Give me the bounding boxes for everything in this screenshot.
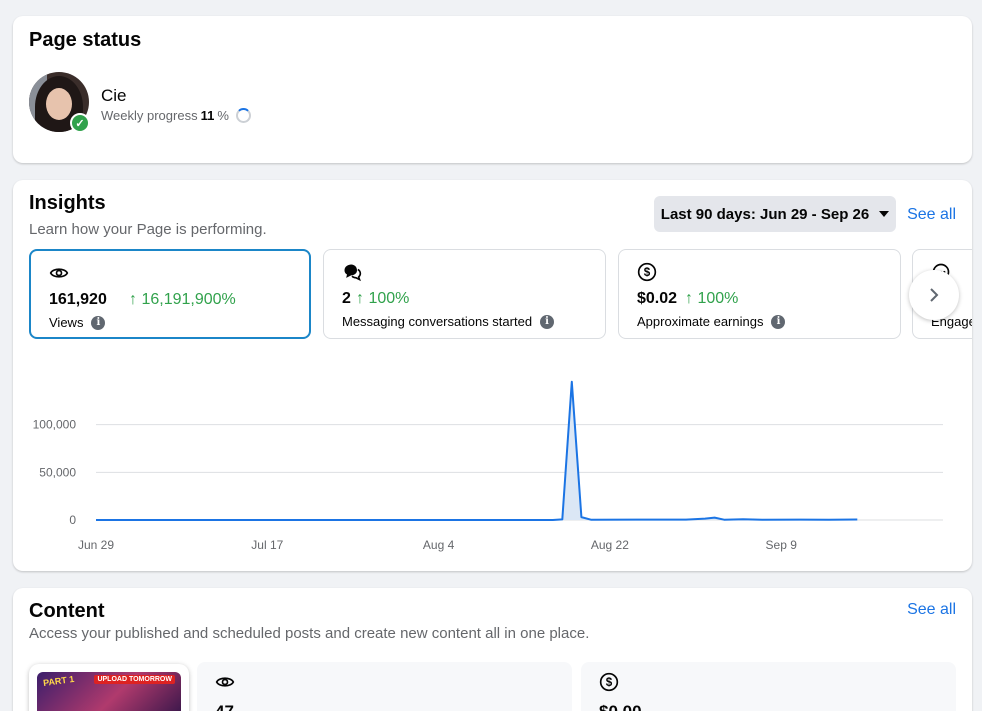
thumb-text-2: UPLOAD TOMORROW [94, 675, 175, 684]
svg-text:$: $ [644, 266, 651, 279]
x-tick-label: Jul 17 [251, 538, 283, 552]
info-icon[interactable]: i [540, 314, 555, 329]
metric-card-views[interactable]: 161,920 ↑ 16,191,900% Views i [29, 249, 311, 339]
x-tick-label: Aug 22 [591, 538, 629, 552]
caret-down-icon [879, 211, 890, 217]
series-area [96, 381, 858, 520]
content-see-all-link[interactable]: See all [907, 601, 956, 619]
weekly-progress-value: 11 [200, 108, 215, 123]
metric-label: Messaging conversations started i [342, 314, 555, 329]
content-stat-views: 47 [197, 662, 572, 711]
date-range-dropdown[interactable]: Last 90 days: Jun 29 - Sep 26 [654, 196, 896, 232]
metric-label: Views i [49, 315, 106, 330]
x-tick-label: Jun 29 [78, 538, 114, 552]
content-title: Content [29, 600, 105, 622]
dollar-icon: $ [637, 262, 657, 282]
eye-icon [215, 677, 235, 687]
content-subtitle: Access your published and scheduled post… [29, 625, 590, 642]
y-tick-label: 50,000 [39, 465, 76, 479]
messaging-icon [344, 264, 362, 282]
insights-subtitle: Learn how your Page is performing. [29, 221, 267, 238]
page-status-title: Page status [29, 29, 142, 51]
content-earnings-value: $0.00 [599, 702, 642, 711]
page-status-card: Page status ✓ Cie Weekly progress 11 % [13, 16, 972, 163]
info-icon[interactable]: i [91, 315, 106, 330]
info-icon[interactable]: i [771, 314, 786, 329]
page-name[interactable]: Cie [101, 86, 127, 106]
metric-card-messaging[interactable]: 2 ↑ 100% Messaging conversations started… [323, 249, 606, 339]
x-tick-label: Sep 9 [766, 538, 798, 552]
views-chart: 0 50,000 100,000 Jun 29 Jul 17 Aug 4 Aug 22 Sep… [33, 380, 943, 552]
weekly-progress-unit: % [217, 108, 229, 123]
metric-card-earnings[interactable]: $ $0.02 ↑ 100% Approximate earnings i [618, 249, 901, 339]
y-tick-label: 0 [69, 513, 76, 527]
metric-label: Approximate earnings i [637, 314, 786, 329]
date-range-label: Last 90 days: Jun 29 - Sep 26 [660, 205, 870, 223]
insights-see-all-link[interactable]: See all [907, 206, 956, 224]
dollar-icon: $ [599, 672, 619, 692]
progress-ring-icon [235, 108, 251, 123]
metric-change: ↑ 100% [685, 290, 739, 307]
next-metrics-button[interactable] [909, 270, 959, 320]
metric-change: ↑ 16,191,900% [129, 291, 236, 308]
content-views-value: 47 [215, 702, 234, 711]
post-thumbnail[interactable]: PART 1 UPLOAD TOMORROW [29, 664, 189, 711]
y-tick-label: 100,000 [33, 418, 77, 432]
insights-title: Insights [29, 192, 106, 214]
chevron-right-icon [930, 288, 939, 302]
verified-check-icon: ✓ [70, 113, 90, 133]
content-stat-earnings: $ $0.00 [581, 662, 956, 711]
x-tick-label: Aug 4 [423, 538, 455, 552]
insights-card: Insights Learn how your Page is performi… [13, 180, 972, 571]
eye-icon [49, 268, 69, 278]
metric-change: ↑ 100% [356, 290, 410, 307]
weekly-progress-label: Weekly progress [101, 108, 198, 123]
weekly-progress: Weekly progress 11 % [101, 108, 251, 123]
metric-value: 2 [342, 290, 351, 307]
metric-value: 161,920 [49, 291, 107, 308]
metric-value: $0.02 [637, 290, 678, 307]
series-line [96, 380, 858, 521]
content-card: Content Access your published and schedu… [13, 588, 972, 711]
thumb-text-1: PART 1 [42, 673, 75, 689]
svg-text:$: $ [606, 676, 613, 689]
